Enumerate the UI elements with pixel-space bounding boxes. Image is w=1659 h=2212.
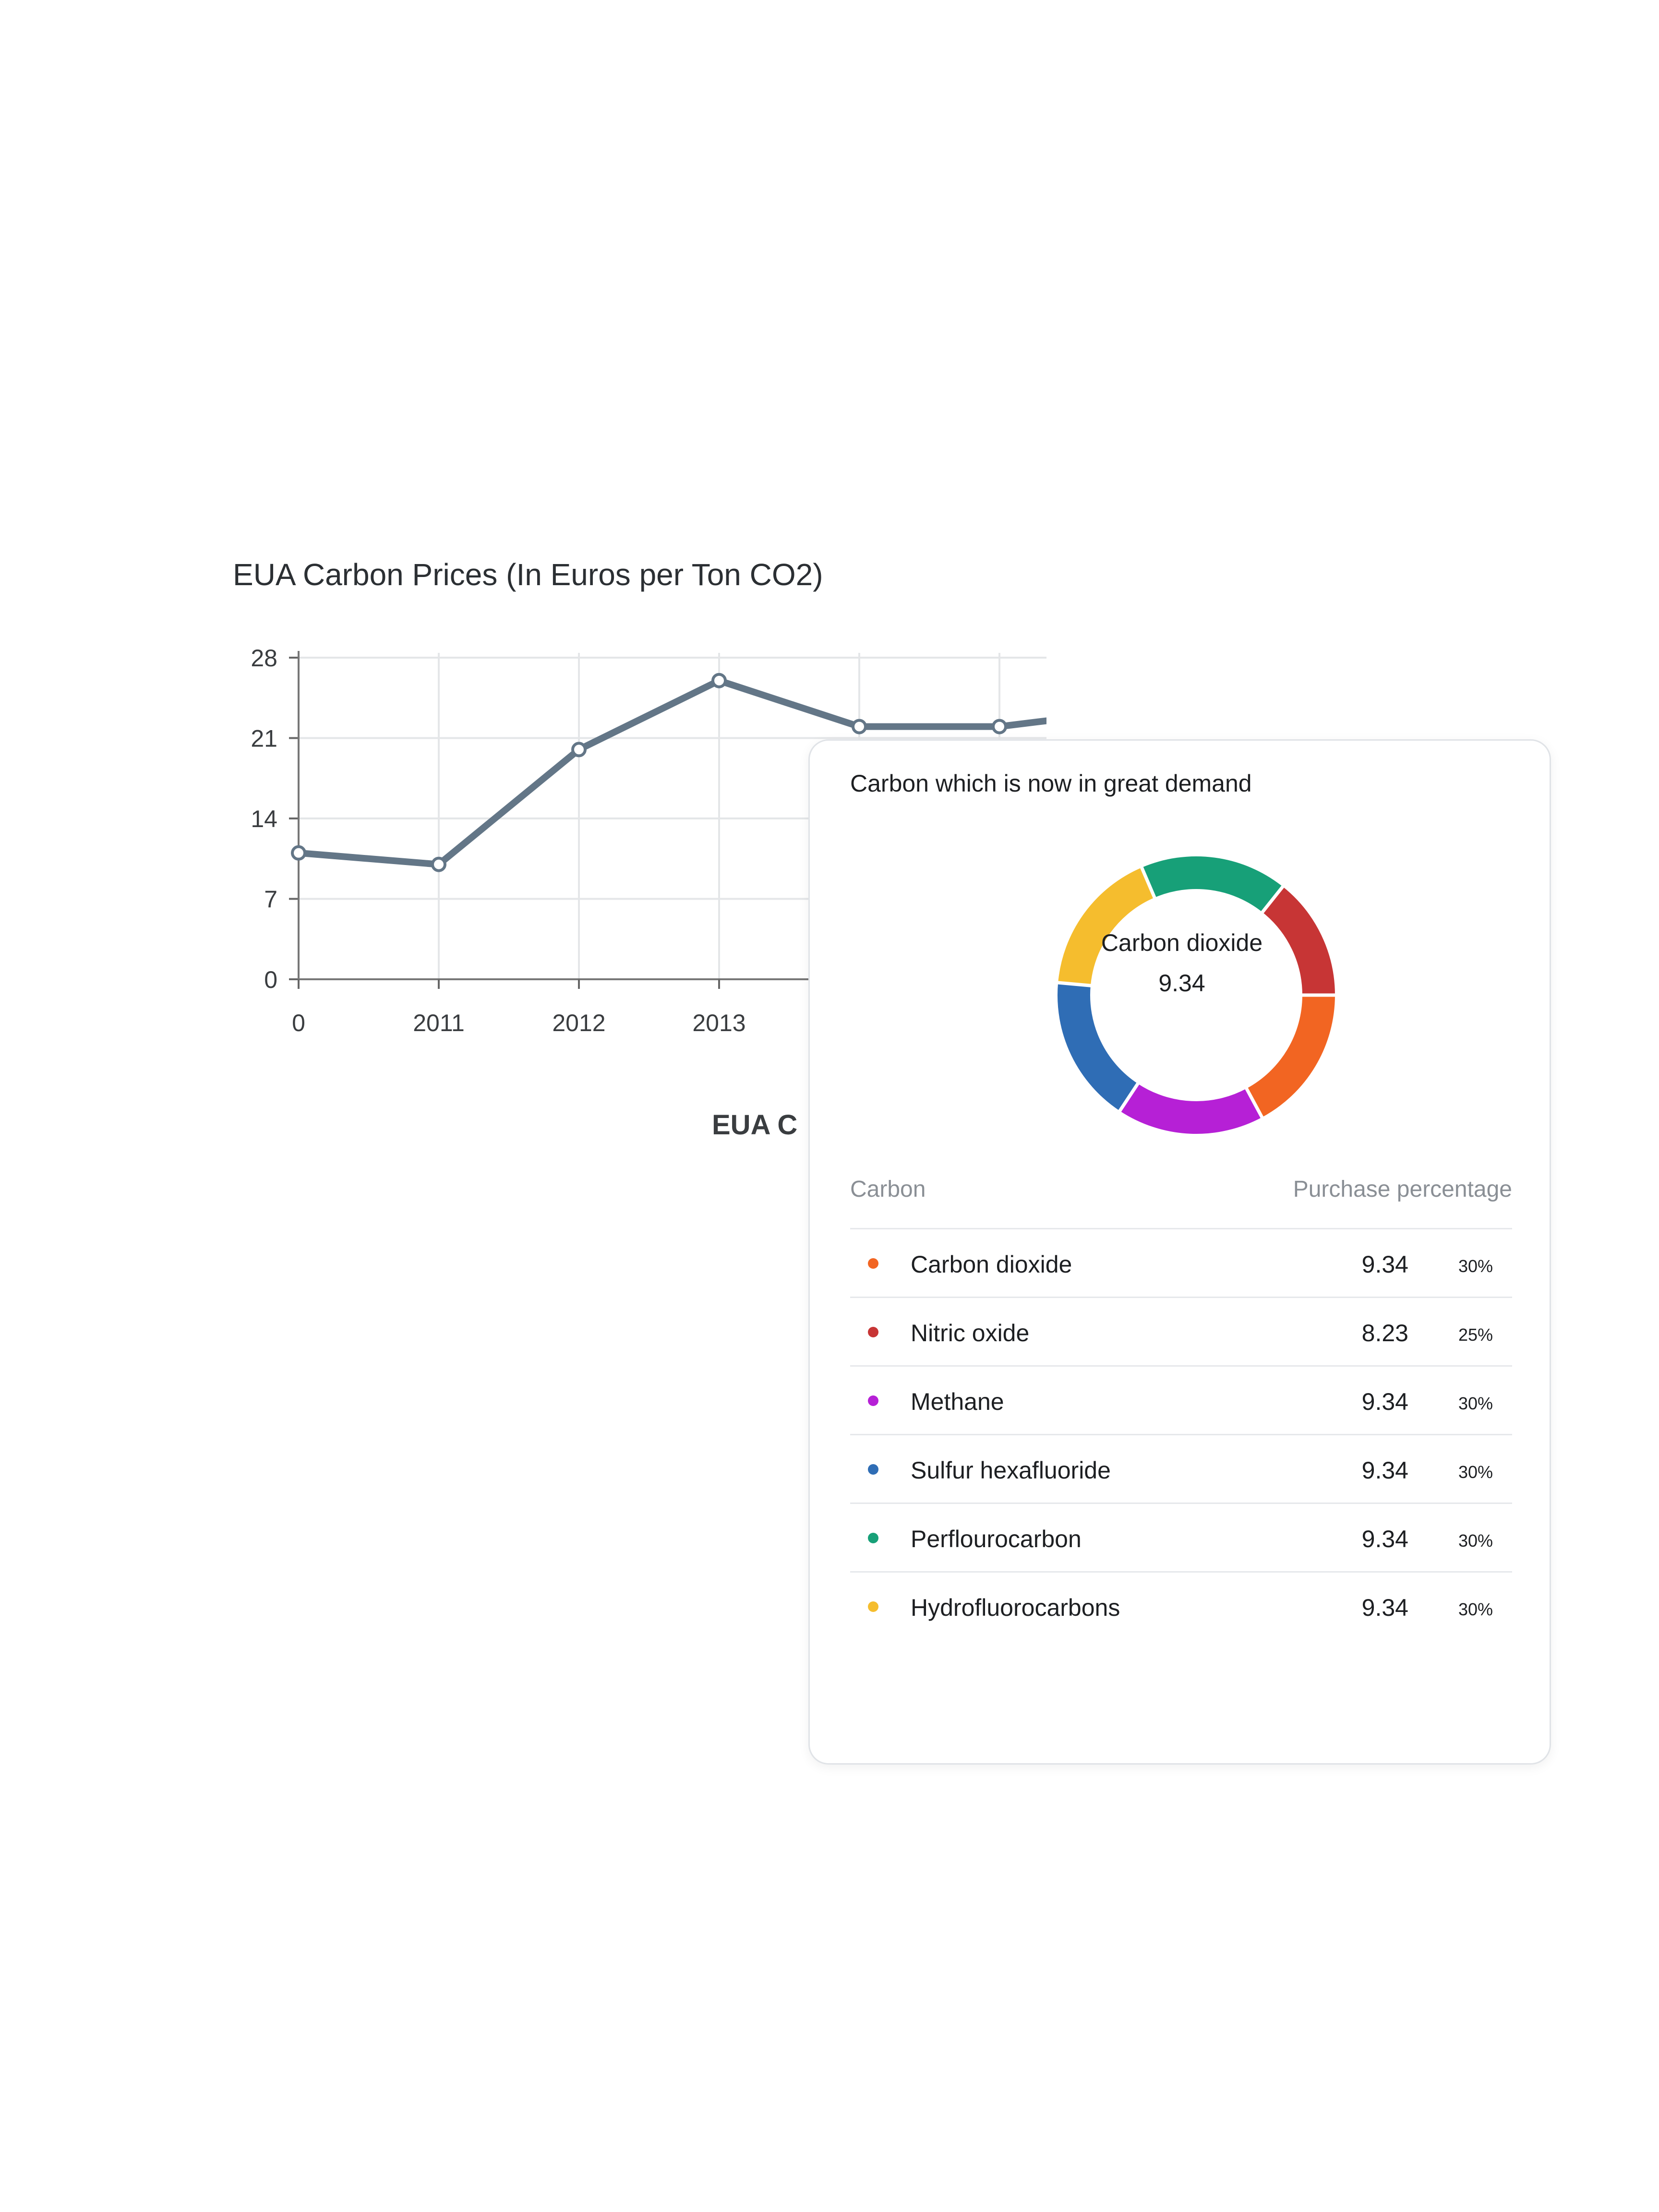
carbon-name: Nitric oxide bbox=[911, 1320, 1030, 1346]
carbon-name: Hydrofluorocarbons bbox=[911, 1594, 1120, 1621]
table-header: Carbon Purchase percentage bbox=[850, 1175, 1512, 1229]
table-row[interactable]: Methane 9.34 30% bbox=[850, 1367, 1512, 1435]
legend-dot-icon bbox=[868, 1395, 878, 1406]
carbon-value: 9.34 bbox=[1361, 1457, 1408, 1484]
data-point bbox=[571, 742, 587, 757]
carbon-demand-card: Carbon which is now in great demand Carb… bbox=[808, 739, 1551, 1765]
x-tick-label: 2011 bbox=[413, 1010, 465, 1036]
carbon-percentage: 30% bbox=[1458, 1394, 1493, 1413]
donut-center-label: Carbon dioxide bbox=[1101, 929, 1263, 956]
line-chart-caption: EUA C bbox=[712, 1109, 798, 1141]
data-point bbox=[992, 719, 1007, 734]
data-point bbox=[852, 719, 867, 734]
table-row[interactable]: Sulfur hexafluoride 9.34 30% bbox=[850, 1435, 1512, 1504]
carbon-name: Carbon dioxide bbox=[911, 1251, 1072, 1278]
carbon-percentage: 30% bbox=[1458, 1599, 1493, 1619]
column-header-carbon: Carbon bbox=[850, 1177, 926, 1202]
carbon-percentage: 30% bbox=[1458, 1462, 1493, 1482]
carbon-value: 9.34 bbox=[1361, 1388, 1408, 1415]
carbon-name: Methane bbox=[911, 1388, 1004, 1415]
donut-slice bbox=[1058, 983, 1138, 1111]
donut-center-value: 9.34 bbox=[1158, 970, 1205, 997]
carbon-value: 8.23 bbox=[1361, 1320, 1408, 1346]
column-header-purchase-percentage: Purchase percentage bbox=[1293, 1177, 1512, 1202]
carbon-name: Perflourocarbon bbox=[911, 1526, 1082, 1552]
donut-slice bbox=[1142, 856, 1283, 913]
y-tick-label: 14 bbox=[251, 805, 277, 832]
y-tick-label: 0 bbox=[264, 966, 277, 993]
legend-dot-icon bbox=[868, 1601, 878, 1612]
donut-slice bbox=[1246, 995, 1335, 1118]
donut-slice bbox=[1119, 1083, 1262, 1134]
carbon-value: 9.34 bbox=[1361, 1526, 1408, 1552]
y-tick-label: 21 bbox=[251, 725, 277, 752]
carbon-value: 9.34 bbox=[1361, 1251, 1408, 1278]
carbon-percentage: 30% bbox=[1458, 1256, 1493, 1276]
carbon-value: 9.34 bbox=[1361, 1594, 1408, 1621]
x-tick-label: 2012 bbox=[552, 1010, 605, 1036]
data-point bbox=[431, 856, 446, 872]
y-tick-label: 28 bbox=[251, 645, 277, 672]
legend-dot-icon bbox=[868, 1327, 878, 1337]
table-row[interactable]: Nitric oxide 8.23 25% bbox=[850, 1298, 1512, 1367]
card-title: Carbon which is now in great demand bbox=[850, 770, 1252, 797]
legend-dot-icon bbox=[868, 1533, 878, 1543]
y-tick-label: 7 bbox=[264, 886, 277, 913]
carbon-table: Carbon dioxide 9.34 30% Nitric oxide 8.2… bbox=[850, 1229, 1512, 1641]
x-tick-label: 2013 bbox=[692, 1010, 745, 1036]
legend-dot-icon bbox=[868, 1258, 878, 1269]
carbon-name: Sulfur hexafluoride bbox=[911, 1457, 1111, 1484]
table-row[interactable]: Perflourocarbon 9.34 30% bbox=[850, 1504, 1512, 1573]
data-point bbox=[711, 673, 727, 688]
table-row[interactable]: Carbon dioxide 9.34 30% bbox=[850, 1229, 1512, 1298]
carbon-percentage: 30% bbox=[1458, 1531, 1493, 1551]
carbon-percentage: 25% bbox=[1458, 1325, 1493, 1345]
x-tick-label: 0 bbox=[292, 1010, 305, 1036]
table-row[interactable]: Hydrofluorocarbons 9.34 30% bbox=[850, 1573, 1512, 1641]
data-point bbox=[291, 845, 306, 861]
legend-dot-icon bbox=[868, 1464, 878, 1475]
